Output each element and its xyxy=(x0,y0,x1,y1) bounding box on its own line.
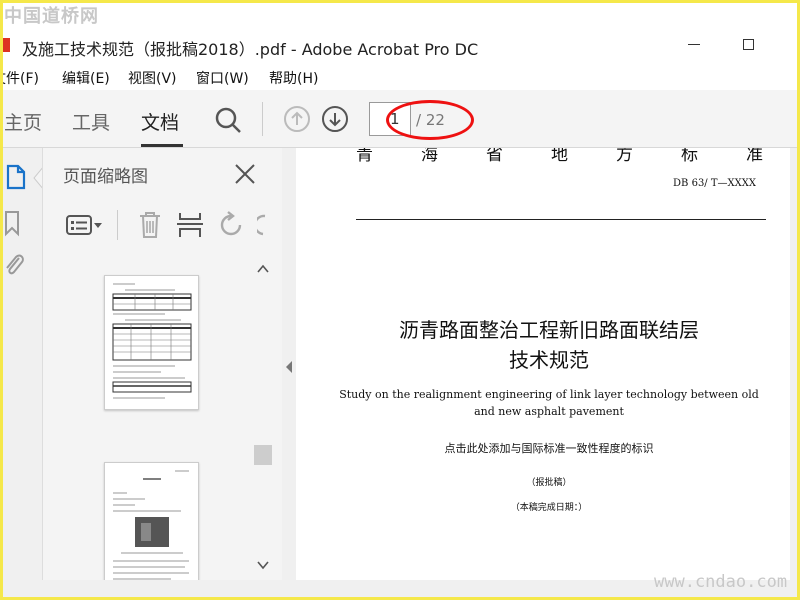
consistency-note[interactable]: 点击此处添加与国际标准一致性程度的标识 xyxy=(296,440,790,456)
doc-title-line1: 沥青路面整治工程新旧路面联结层 xyxy=(399,318,699,342)
rotate-icon[interactable] xyxy=(217,210,247,240)
options-menu-icon[interactable] xyxy=(65,212,105,240)
standard-header: 青海省地方标准 xyxy=(356,148,790,165)
window-title: 及施工技术规范（报批稿2018）.pdf - Adobe Acrobat Pro… xyxy=(22,40,479,59)
tab-tools[interactable]: 工具 xyxy=(72,108,110,135)
doc-title-line2: 技术规范 xyxy=(509,348,589,372)
thumbnail-content xyxy=(113,470,189,580)
bookmark-icon[interactable] xyxy=(2,210,22,238)
thumbnail-list: 14 xyxy=(43,260,273,580)
acrobat-app-icon xyxy=(2,38,10,52)
panel-tools-separator xyxy=(117,210,118,240)
thumbnail-toolbar xyxy=(43,206,283,246)
scroll-thumb[interactable] xyxy=(254,445,272,465)
rotate-clockwise-icon[interactable] xyxy=(257,210,273,240)
previous-page-icon[interactable] xyxy=(283,105,311,133)
toolbar-separator xyxy=(262,102,263,136)
watermark-top: 中国道桥网 xyxy=(4,6,99,27)
menu-window[interactable]: 窗口(W) xyxy=(196,64,249,92)
page-thumbnail-15[interactable] xyxy=(104,462,199,580)
minimize-button[interactable] xyxy=(688,44,700,45)
collapse-arrow-icon[interactable] xyxy=(284,360,294,374)
english-title: Study on the realignment engineering of … xyxy=(339,388,759,418)
header-rule xyxy=(356,219,766,220)
standard-code: DB 63/ T—XXXX xyxy=(673,178,756,189)
draft-status: （报批稿） xyxy=(526,478,572,488)
tab-document[interactable]: 文档 xyxy=(141,108,179,135)
left-nav-strip xyxy=(0,148,44,600)
delete-page-icon[interactable] xyxy=(137,210,163,240)
scroll-down-icon[interactable] xyxy=(257,560,269,570)
page-thumbnails-icon[interactable] xyxy=(4,164,28,192)
tab-home[interactable]: 主页 xyxy=(4,108,42,135)
document-page: 青海省地方标准 DB 63/ T—XXXX 沥青路面整治工程新旧路面联结层 技术… xyxy=(296,148,790,580)
menu-help[interactable]: 帮助(H) xyxy=(269,64,318,92)
scroll-up-icon[interactable] xyxy=(257,264,269,274)
menu-view[interactable]: 视图(V) xyxy=(128,64,177,92)
menu-edit[interactable]: 编辑(E) xyxy=(62,64,110,92)
menu-bar: 文件(F) 编辑(E) 视图(V) 窗口(W) 帮助(H) xyxy=(0,64,800,90)
close-icon[interactable] xyxy=(233,162,257,186)
page-thumbnail-14[interactable] xyxy=(104,275,199,410)
thumbnail-panel: 页面缩略图 xyxy=(42,148,282,580)
search-icon[interactable] xyxy=(214,106,242,134)
annotation-oval xyxy=(386,100,474,140)
next-page-icon[interactable] xyxy=(321,105,349,133)
maximize-button[interactable] xyxy=(743,39,754,50)
completion-date: （本稿完成日期：） xyxy=(510,503,588,513)
menu-file[interactable]: 文件(F) xyxy=(0,64,39,92)
thumbnail-content xyxy=(112,283,192,399)
active-tab-indicator xyxy=(141,144,183,147)
attachment-icon[interactable] xyxy=(2,250,26,280)
panel-collapse-bar[interactable] xyxy=(282,148,296,580)
title-bar: 中国道桥网 及施工技术规范（报批稿2018）.pdf - Adobe Acrob… xyxy=(0,0,800,64)
split-page-icon[interactable] xyxy=(177,210,203,240)
panel-title: 页面缩略图 xyxy=(63,167,148,187)
thumbnail-scrollbar[interactable] xyxy=(253,260,273,580)
watermark-bottom: www.cndao.com xyxy=(654,572,788,592)
